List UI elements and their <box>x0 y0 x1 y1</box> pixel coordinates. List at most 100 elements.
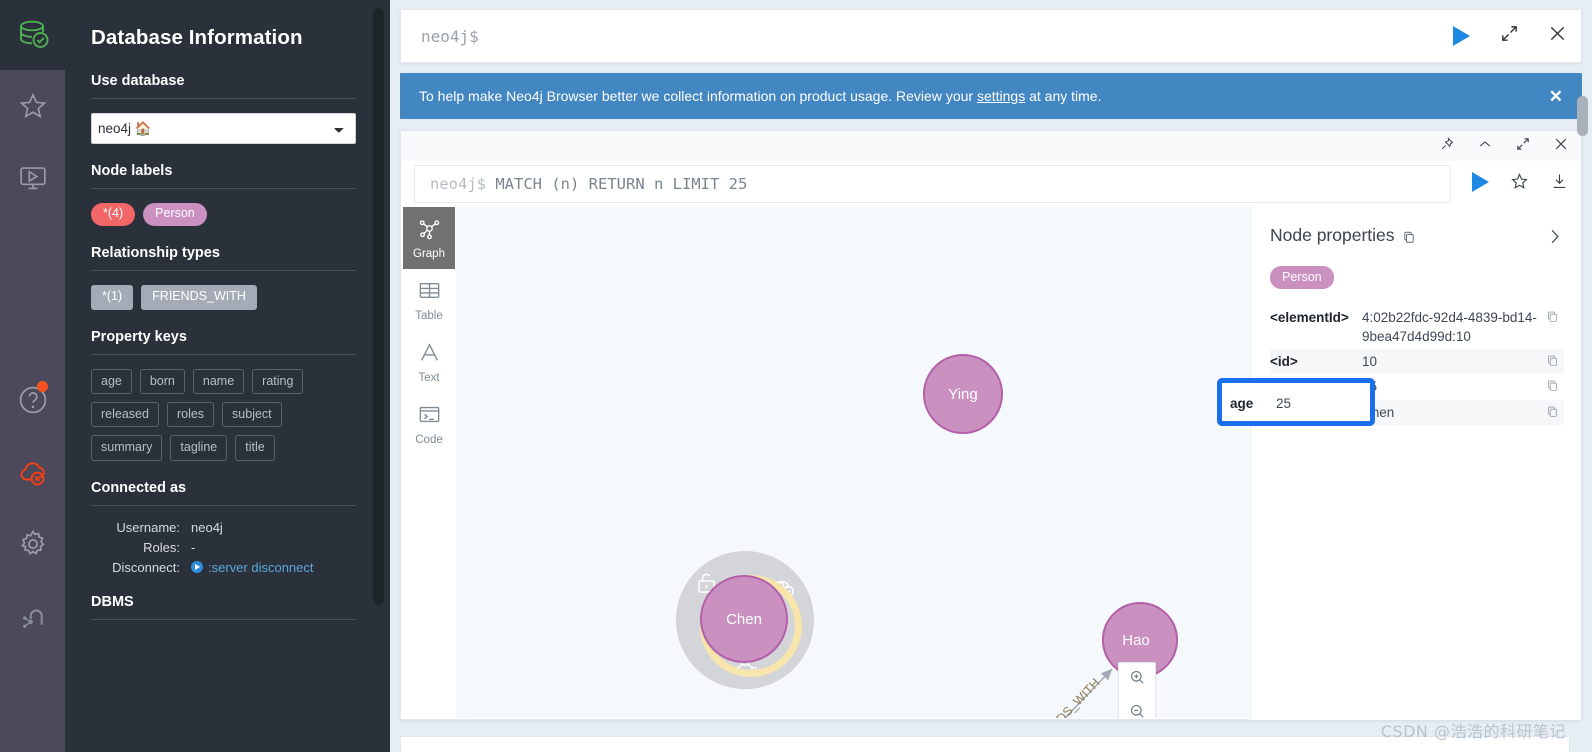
database-select[interactable]: neo4j 🏠 <box>91 113 356 144</box>
editor-close-button[interactable] <box>1533 10 1581 62</box>
relationship-count-chip[interactable]: *(1) <box>91 284 134 310</box>
neo4j-database-check-icon <box>0 0 65 70</box>
frame-favorite-button[interactable] <box>1510 172 1529 196</box>
copy-property-button[interactable] <box>1546 377 1564 395</box>
property-key-chip[interactable]: roles <box>166 401 215 428</box>
editor-area <box>390 0 1592 63</box>
node-label-person-pill[interactable]: Person <box>143 203 207 226</box>
property-key-chip[interactable]: rating <box>252 368 304 394</box>
property-key: <id> <box>1270 354 1298 370</box>
tab-graph-label: Graph <box>413 248 445 260</box>
main-scrollbar-thumb[interactable] <box>1577 96 1588 136</box>
property-value: 4:02b22fdc-92d4-4839-bd14-9bea47d4d99d:1… <box>1362 310 1537 345</box>
graph-node-chen[interactable]: Chen <box>700 575 788 663</box>
text-a-icon <box>417 340 442 368</box>
roles-label: Roles: <box>143 539 180 555</box>
copy-all-properties-button[interactable] <box>1402 225 1416 249</box>
page-title: Database Information <box>91 26 303 49</box>
property-keys-heading: Property keys <box>91 328 187 345</box>
graph-node-label: Ying <box>948 385 978 403</box>
property-key-chip[interactable]: name <box>192 368 245 394</box>
tab-code-label: Code <box>415 434 443 446</box>
sidebar-item-settings[interactable] <box>0 508 65 580</box>
copy-property-button[interactable] <box>1546 352 1564 370</box>
frame-rerun-button[interactable] <box>1472 171 1489 197</box>
play-run-icon <box>1452 26 1470 46</box>
node-properties-collapse-button[interactable] <box>1545 225 1564 251</box>
relationship-label: FRIENDS_WITH <box>1028 676 1103 718</box>
node-label-count-pill[interactable]: *(4) <box>91 203 136 226</box>
username-value: neo4j <box>191 519 223 535</box>
property-key: age <box>1270 379 1294 395</box>
usage-data-banner: To help make Neo4j Browser better we col… <box>400 73 1582 119</box>
pin-icon <box>1439 136 1455 157</box>
close-icon <box>1548 24 1567 48</box>
query-editor-input[interactable] <box>401 10 1437 62</box>
banner-text-after: at any time. <box>1025 88 1102 104</box>
property-key-chip[interactable]: born <box>139 368 185 394</box>
graph-node-ying[interactable]: Ying <box>923 354 1003 434</box>
result-frame: neo4j$ MATCH (n) RETURN n LIMIT 25 Graph… <box>400 130 1582 720</box>
tab-code[interactable]: Code <box>403 393 455 455</box>
expand-fullscreen-icon <box>1500 24 1519 48</box>
frame-query-box[interactable]: neo4j$ MATCH (n) RETURN n LIMIT 25 <box>414 165 1451 203</box>
banner-text: To help make Neo4j Browser better we col… <box>419 88 1101 104</box>
banner-close-button[interactable]: ✕ <box>1549 88 1563 105</box>
frame-actions <box>1451 171 1569 197</box>
frame-collapse-button[interactable] <box>1477 136 1493 157</box>
copy-property-button[interactable] <box>1546 403 1564 421</box>
tab-table-label: Table <box>415 310 443 322</box>
property-keys-list: age born name rating released roles subj… <box>91 368 356 461</box>
property-key-chip[interactable]: age <box>91 368 132 394</box>
close-icon <box>1553 136 1569 157</box>
connection-row: Roles: - <box>91 540 356 555</box>
download-save-icon <box>1550 174 1569 195</box>
frame-pin-button[interactable] <box>1439 136 1455 157</box>
frame-expand-button[interactable] <box>1515 136 1531 157</box>
use-database-section: Use database neo4j 🏠 <box>91 73 356 144</box>
frame-close-button[interactable] <box>1553 136 1569 157</box>
node-properties-title: Node properties <box>1270 225 1395 245</box>
property-key-chip[interactable]: summary <box>91 435 163 461</box>
property-key-chip[interactable]: subject <box>222 401 282 428</box>
play-run-icon <box>191 560 203 573</box>
property-key: name <box>1270 404 1306 420</box>
left-icon-rail <box>0 0 65 752</box>
username-label: Username: <box>116 519 180 535</box>
tab-graph[interactable]: Graph <box>403 207 455 269</box>
zoom-in-button[interactable] <box>1118 663 1156 697</box>
property-key-chip[interactable]: tagline <box>170 435 228 461</box>
sidebar-item-help[interactable] <box>0 364 65 436</box>
disconnect-command: :server disconnect <box>208 559 314 575</box>
connected-as-section: Connected as Username: neo4j Roles: - Di… <box>91 480 356 575</box>
editor-run-button[interactable] <box>1437 10 1485 62</box>
banner-settings-link[interactable]: settings <box>977 88 1025 104</box>
expand-fullscreen-icon <box>1515 136 1531 157</box>
copy-property-button[interactable] <box>1546 308 1564 326</box>
star-favorites-icon <box>18 91 48 121</box>
sidebar-item-guides[interactable] <box>0 142 65 214</box>
query-prompt: neo4j$ <box>430 175 486 193</box>
node-labels-section: Node labels *(4) Person <box>91 163 356 226</box>
divider <box>91 353 356 355</box>
tab-table[interactable]: Table <box>403 269 455 331</box>
divider <box>91 504 356 506</box>
table-row: name Chen <box>1270 399 1564 425</box>
property-key-chip[interactable]: title <box>235 435 275 461</box>
rail-button-strip <box>0 70 65 752</box>
sidebar-item-about[interactable] <box>0 580 65 652</box>
relationship-types-section: Relationship types *(1) FRIENDS_WITH <box>91 245 356 310</box>
node-label-badge[interactable]: Person <box>1270 266 1334 289</box>
frame-download-button[interactable] <box>1550 172 1569 196</box>
disconnect-link[interactable]: :server disconnect <box>191 560 314 575</box>
sidebar-item-connection-status[interactable] <box>0 436 65 508</box>
editor-expand-button[interactable] <box>1485 10 1533 62</box>
sidebar-scrollbar[interactable] <box>373 8 384 605</box>
zoom-out-button[interactable] <box>1118 697 1156 718</box>
tab-text[interactable]: Text <box>403 331 455 393</box>
relationship-type-chip[interactable]: FRIENDS_WITH <box>141 284 257 310</box>
property-key-chip[interactable]: released <box>91 401 159 428</box>
sidebar-item-favorites[interactable] <box>0 70 65 142</box>
connection-row: Disconnect: :server disconnect <box>91 560 356 575</box>
copy-icon <box>1402 231 1416 248</box>
